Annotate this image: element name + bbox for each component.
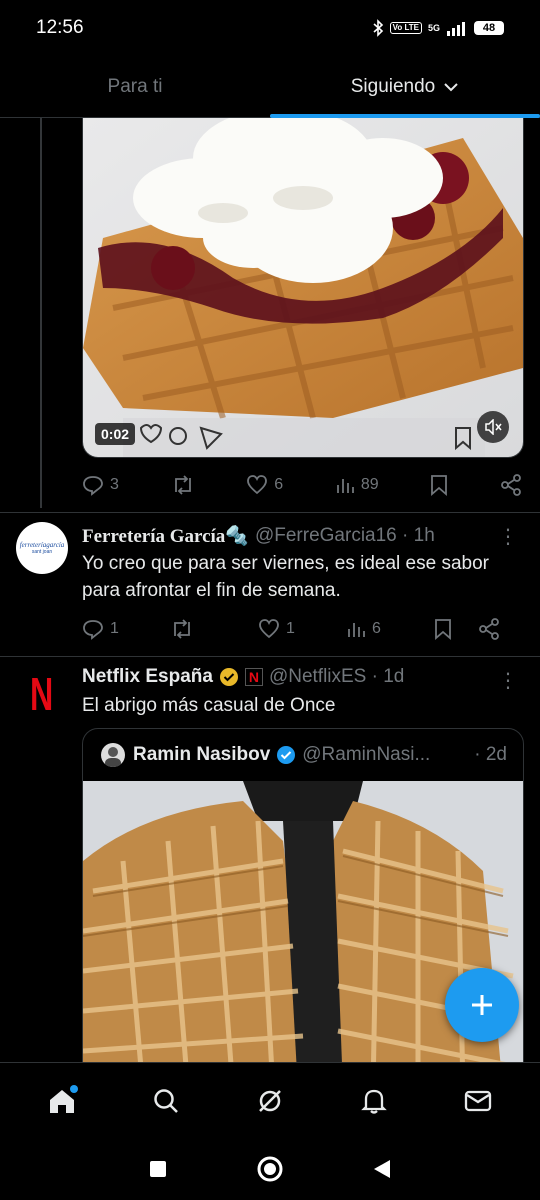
recents-icon[interactable]: [148, 1159, 168, 1179]
post3-header: Netflix España N @NetflixES · 1d: [82, 666, 524, 688]
reply-count: 3: [110, 476, 119, 493]
like-button[interactable]: 1: [258, 619, 346, 639]
heart-icon: [247, 475, 268, 495]
post1-actions: 3 6 89: [82, 470, 522, 500]
quoted-author-name: Ramin Nasibov: [133, 744, 271, 765]
waffle-jacket-image: [83, 781, 523, 1087]
more-options-icon[interactable]: ⋮: [498, 524, 518, 549]
volte-badge: Vo LTE: [389, 22, 422, 34]
quoted-post-header: Ramin Nasibov @RaminNasi... · 2d: [101, 743, 507, 767]
bookmark-icon: [431, 475, 448, 496]
notification-dot: [70, 1084, 78, 1093]
share-button[interactable]: [478, 618, 500, 640]
timeline-tabs: Para ti Siguiendo: [0, 56, 540, 118]
nav-home[interactable]: [32, 1071, 92, 1131]
nav-notifications[interactable]: [344, 1071, 404, 1131]
verified-gold-icon: [219, 667, 239, 687]
retweet-button[interactable]: [171, 474, 195, 496]
back-icon[interactable]: [372, 1158, 392, 1180]
post-video[interactable]: 0:02: [82, 118, 524, 458]
bookmark-button[interactable]: [430, 474, 448, 496]
post-text: Yo creo que para ser viernes, es ideal e…: [82, 553, 489, 601]
chevron-down-icon: [443, 82, 459, 92]
signal-icon: [447, 22, 465, 36]
affiliate-netflix-icon: N: [244, 668, 263, 686]
avatar-logo-sub: sant joan: [31, 549, 53, 555]
heart-icon: [259, 619, 279, 639]
share-icon: [501, 474, 521, 496]
tab-label: Siguiendo: [350, 75, 436, 97]
reply-count: 1: [110, 620, 119, 637]
home-circle-icon[interactable]: [256, 1155, 284, 1183]
tab-label: Para ti: [107, 75, 163, 97]
reply-icon: [83, 620, 103, 640]
nav-grok[interactable]: [240, 1071, 300, 1131]
waffle-image: [83, 118, 523, 457]
post-text: El abrigo más casual de Once: [82, 695, 336, 716]
app-root: 12:56 Vo LTE 5G 48 Para ti Siguiendo 0:0…: [0, 0, 540, 1200]
bluetooth-icon: [373, 19, 383, 37]
post-divider: [0, 656, 540, 657]
video-timer: 0:02: [95, 423, 136, 445]
grok-icon: [259, 1089, 281, 1112]
tab-para-ti[interactable]: Para ti: [0, 56, 270, 117]
reply-icon: [83, 476, 103, 496]
views-count: 6: [372, 620, 381, 637]
author-handle[interactable]: @FerreGarcia16 · 1h: [255, 525, 435, 547]
retweet-icon: [174, 475, 191, 495]
quoted-avatar: [101, 743, 125, 767]
bell-icon: [361, 1089, 387, 1114]
share-button[interactable]: [500, 474, 522, 496]
status-bar: 12:56 Vo LTE 5G 48: [0, 0, 540, 56]
quoted-author-handle: @RaminNasi...: [302, 744, 431, 765]
verified-blue-icon: [276, 745, 296, 765]
author-name[interactable]: Ferretería García🔩: [82, 524, 249, 548]
mail-icon: [464, 1090, 492, 1111]
share-icon: [479, 618, 499, 640]
avatar-logo-text: ferreteríagarcía: [19, 541, 65, 549]
like-count: 1: [286, 620, 295, 637]
bookmark-icon: [435, 619, 451, 640]
like-count: 6: [274, 476, 284, 493]
retweet-icon: [174, 619, 190, 639]
search-icon: [154, 1088, 178, 1113]
like-button[interactable]: 6: [246, 475, 283, 495]
thread-connector-line: [40, 118, 42, 508]
post2-actions: 1 1 6: [82, 614, 522, 644]
views-icon: [348, 623, 365, 637]
retweet-button[interactable]: [170, 618, 258, 640]
bookmark-button[interactable]: [434, 618, 478, 640]
author-name[interactable]: Netflix España: [82, 666, 213, 688]
views-count: 89: [360, 476, 379, 493]
post2-header: Ferretería García🔩 @FerreGarcia16 · 1h: [82, 524, 524, 548]
author-handle[interactable]: @NetflixES · 1d: [269, 666, 404, 688]
status-time: 12:56: [36, 17, 84, 38]
nav-search[interactable]: [136, 1071, 196, 1131]
tab-siguiendo[interactable]: Siguiendo: [270, 56, 540, 118]
compose-post-button[interactable]: [445, 968, 519, 1042]
plus-icon: [472, 995, 492, 1015]
network-label: 5G: [427, 23, 440, 33]
avatar-ferreteria[interactable]: ferreteríagarcía sant joan: [16, 522, 68, 574]
views-button[interactable]: 6: [346, 619, 434, 639]
nav-messages[interactable]: [448, 1071, 508, 1131]
more-options-icon[interactable]: ⋮: [498, 668, 518, 693]
quoted-post[interactable]: Ramin Nasibov @RaminNasi... · 2d: [82, 728, 524, 1088]
quoted-post-time: · 2d: [474, 744, 507, 765]
post-divider: [0, 512, 540, 513]
battery-indicator: 48: [474, 21, 504, 35]
bottom-navigation: [0, 1062, 540, 1138]
reply-button[interactable]: 1: [82, 618, 170, 640]
views-icon: [336, 479, 354, 493]
reply-button[interactable]: 3: [82, 474, 119, 496]
status-icons: Vo LTE 5G 48: [372, 19, 504, 37]
avatar-netflix[interactable]: N: [16, 668, 68, 720]
mute-icon[interactable]: [477, 411, 509, 443]
system-navigation-bar: [0, 1138, 540, 1200]
netflix-logo: N: [30, 668, 54, 720]
views-button[interactable]: 89: [335, 475, 379, 495]
